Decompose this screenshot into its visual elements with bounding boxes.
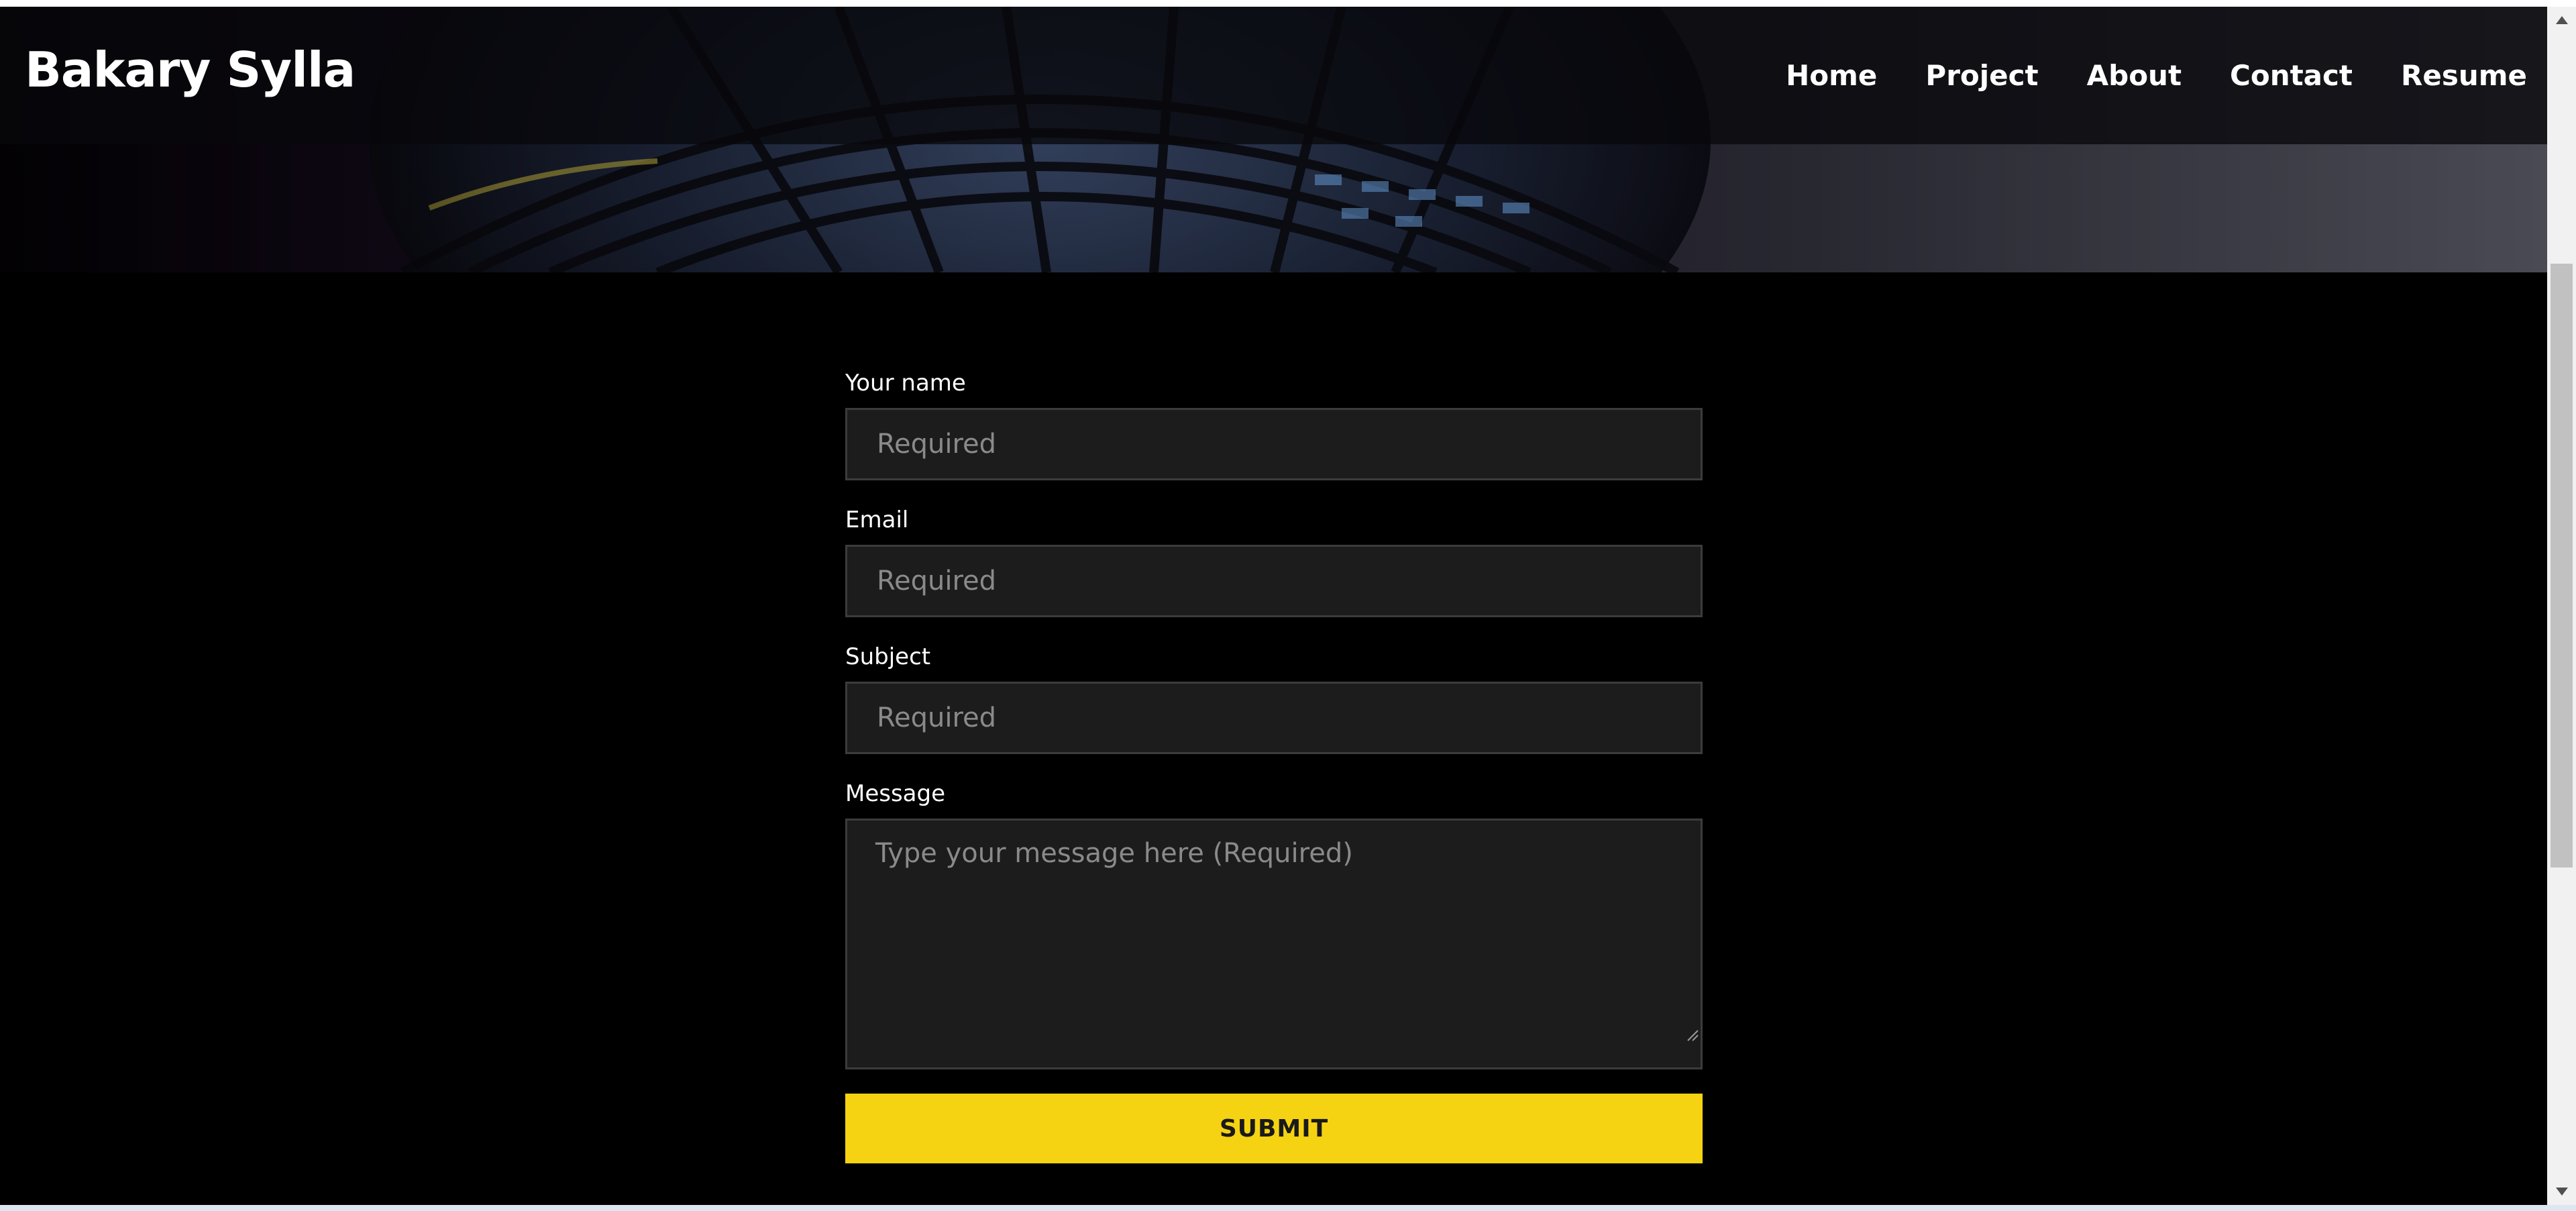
nav-contact-link[interactable]: Contact bbox=[2230, 59, 2353, 92]
nav-home-link[interactable]: Home bbox=[1786, 59, 1877, 92]
resize-grip-icon[interactable] bbox=[1686, 1029, 1699, 1041]
page: Bakary Sylla Home Project About Contact … bbox=[0, 0, 2576, 1211]
browser-bottom-edge bbox=[0, 1205, 2576, 1211]
nav-resume-link[interactable]: Resume bbox=[2401, 59, 2527, 92]
contact-form: Your name Email Subject Message SUBMIT bbox=[845, 368, 1703, 1163]
nav-about-link[interactable]: About bbox=[2087, 59, 2182, 92]
email-label: Email bbox=[845, 507, 909, 533]
message-field-wrapper bbox=[845, 819, 1703, 1069]
vertical-scrollbar[interactable] bbox=[2547, 7, 2576, 1205]
browser-top-edge bbox=[0, 0, 2576, 7]
subject-label: Subject bbox=[845, 643, 931, 670]
nav-project-link[interactable]: Project bbox=[1925, 59, 2038, 92]
submit-button[interactable]: SUBMIT bbox=[845, 1094, 1703, 1163]
message-label: Message bbox=[845, 780, 946, 807]
message-textarea[interactable] bbox=[845, 819, 1703, 1069]
triangle-up-icon[interactable] bbox=[2547, 7, 2576, 34]
subject-input[interactable] bbox=[845, 682, 1703, 754]
main-nav: Home Project About Contact Resume bbox=[1786, 59, 2527, 92]
name-input[interactable] bbox=[845, 408, 1703, 480]
triangle-down-icon[interactable] bbox=[2547, 1178, 2576, 1205]
scrollbar-thumb[interactable] bbox=[2551, 264, 2573, 867]
name-label: Your name bbox=[845, 370, 966, 397]
email-input[interactable] bbox=[845, 545, 1703, 617]
site-brand[interactable]: Bakary Sylla bbox=[25, 42, 356, 98]
